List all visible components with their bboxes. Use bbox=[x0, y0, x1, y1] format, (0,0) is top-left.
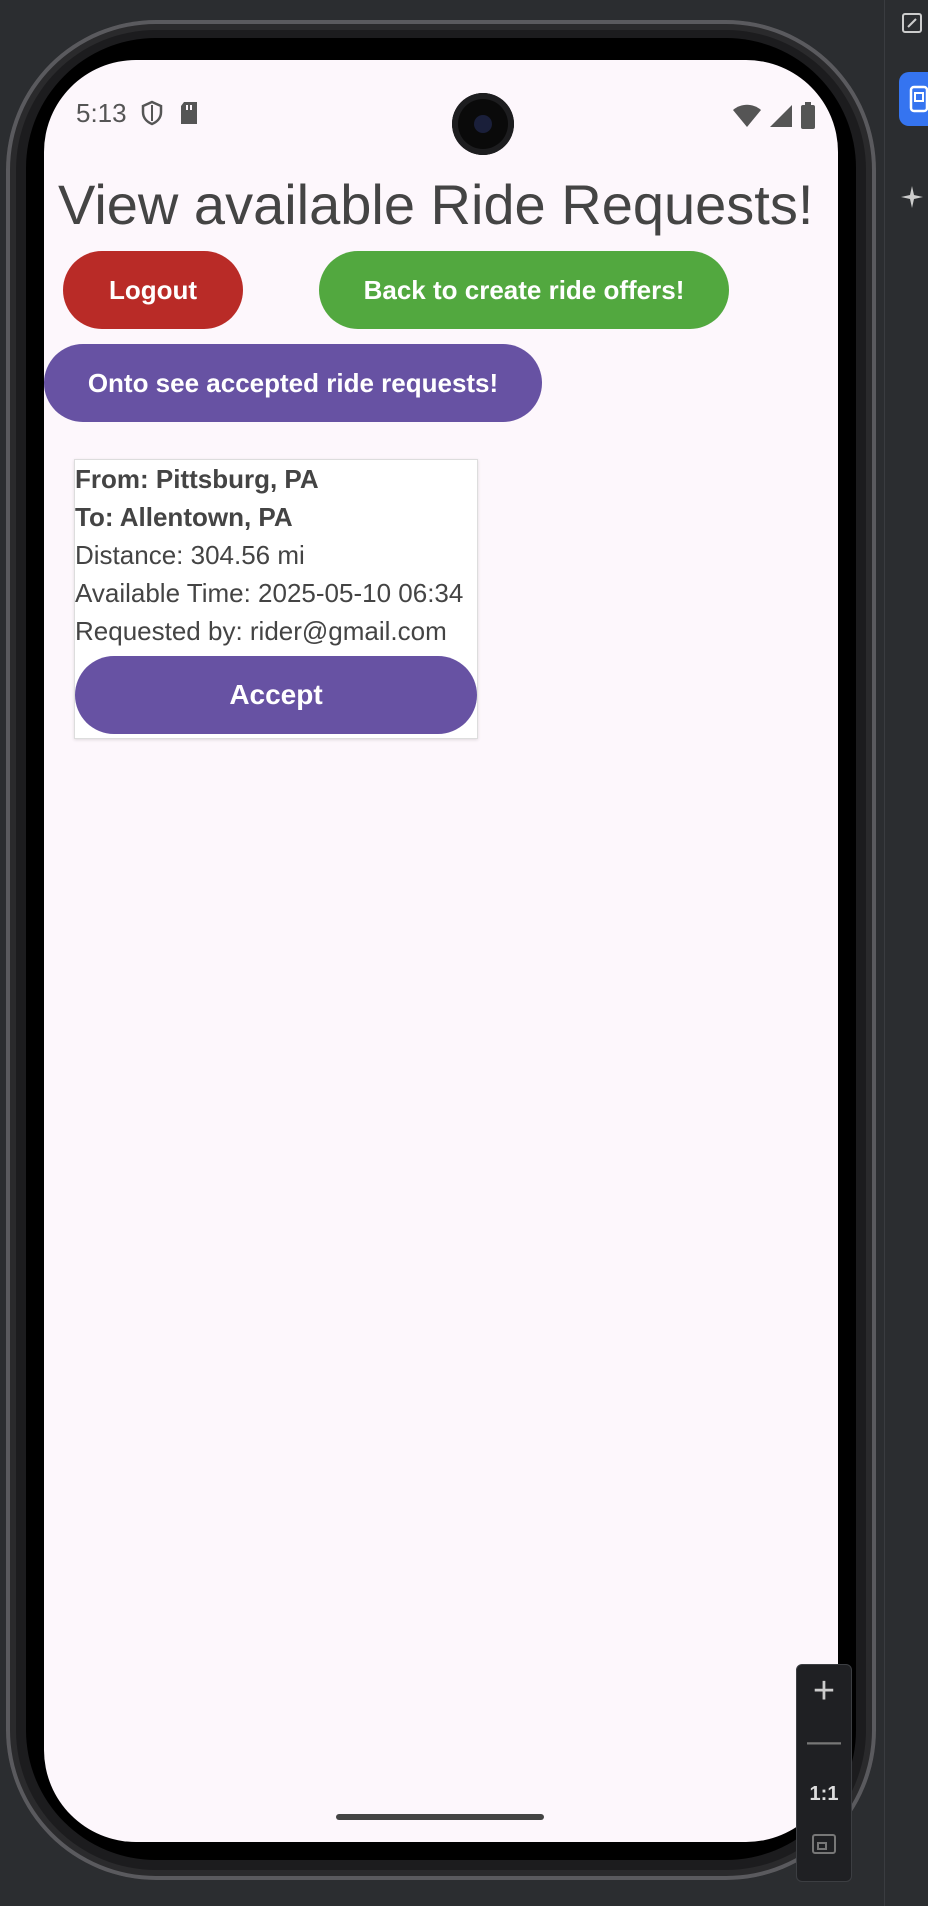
cellular-icon bbox=[768, 103, 794, 136]
zoom-out-button[interactable]: — bbox=[797, 1721, 851, 1761]
request-distance: Distance: 304.56 mi bbox=[75, 540, 305, 570]
battery-icon bbox=[800, 102, 816, 137]
request-available-time: Available Time: 2025-05-10 06:34 bbox=[75, 578, 464, 608]
request-to: To: Allentown, PA bbox=[75, 502, 293, 532]
request-from: From: Pittsburg, PA bbox=[75, 464, 319, 494]
back-to-create-ride-offers-button[interactable]: Back to create ride offers! bbox=[319, 251, 729, 329]
ride-request-card: From: Pittsburg, PA To: Allentown, PA Di… bbox=[74, 459, 478, 739]
ai-assistant-icon[interactable] bbox=[895, 180, 928, 214]
zoom-actual-size-button[interactable]: 1:1 bbox=[797, 1783, 851, 1806]
ide-side-toolbar bbox=[884, 0, 928, 1906]
shield-icon bbox=[140, 100, 164, 133]
zoom-in-button[interactable]: + bbox=[797, 1671, 851, 1711]
running-devices-icon[interactable] bbox=[899, 72, 928, 126]
front-camera bbox=[452, 93, 514, 155]
emulator-zoom-controls: + — 1:1 bbox=[796, 1664, 852, 1882]
wifi-icon bbox=[732, 103, 762, 136]
accept-button[interactable]: Accept bbox=[75, 656, 477, 734]
page-title: View available Ride Requests! bbox=[58, 173, 814, 236]
see-accepted-ride-requests-button[interactable]: Onto see accepted ride requests! bbox=[44, 344, 542, 422]
device-mirror-icon[interactable] bbox=[895, 6, 928, 40]
device-screen: 5:13 View available Ride Requests! Logou… bbox=[44, 60, 838, 1842]
home-indicator[interactable] bbox=[336, 1814, 544, 1820]
logout-button[interactable]: Logout bbox=[63, 251, 243, 329]
zoom-fit-icon[interactable] bbox=[797, 1833, 851, 1860]
sd-card-icon bbox=[178, 101, 200, 132]
request-requested-by: Requested by: rider@gmail.com bbox=[75, 616, 447, 646]
status-bar: 5:13 bbox=[76, 98, 816, 138]
status-time: 5:13 bbox=[76, 98, 127, 128]
